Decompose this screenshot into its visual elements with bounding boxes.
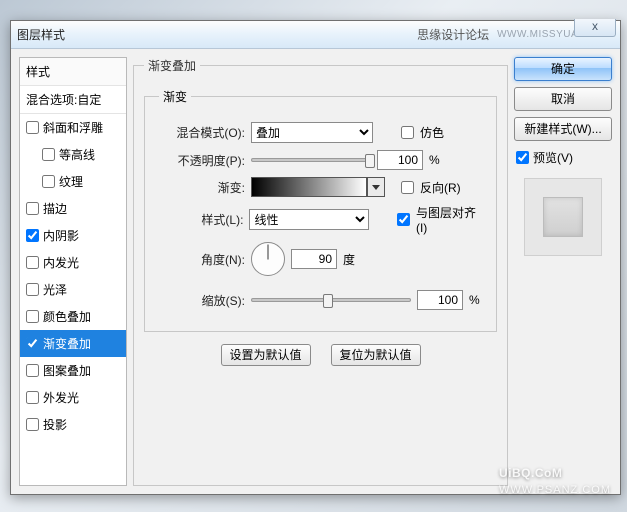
sidebar-label-7: 颜色叠加 [43,308,91,325]
sidebar-label-6: 光泽 [43,281,67,298]
sidebar-label-10: 外发光 [43,389,79,406]
gradient-swatch[interactable] [251,177,367,197]
sidebar-heading[interactable]: 样式 [20,58,126,86]
sidebar-label-4: 内阴影 [43,227,79,244]
dither-checkbox[interactable] [401,126,414,139]
dither-label: 仿色 [420,124,444,141]
close-icon: x [592,19,598,33]
angle-unit: 度 [343,251,355,268]
sidebar-item-1[interactable]: 等高线 [20,141,126,168]
blend-mode-select[interactable]: 叠加 [251,122,373,143]
sidebar-checkbox-3[interactable] [26,202,39,215]
align-label: 与图层对齐(I) [416,204,486,235]
sidebar-checkbox-9[interactable] [26,364,39,377]
sidebar-item-6[interactable]: 光泽 [20,276,126,303]
sidebar-checkbox-4[interactable] [26,229,39,242]
layer-style-dialog: 图层样式 思缘设计论坛 WWW.MISSYUAN.COM x 样式 混合选项:自… [10,20,621,495]
scale-slider[interactable] [251,298,411,302]
scale-label: 缩放(S): [159,292,245,309]
sidebar-label-8: 渐变叠加 [43,335,91,352]
scale-input[interactable] [417,290,463,310]
sidebar-item-0[interactable]: 斜面和浮雕 [20,114,126,141]
gradient-label: 渐变: [159,179,245,196]
group-title: 渐变叠加 [144,57,200,74]
opacity-unit: % [429,153,440,167]
scale-unit: % [469,293,480,307]
close-button[interactable]: x [574,19,616,37]
style-select[interactable]: 线性 [249,209,369,230]
opacity-input[interactable] [377,150,423,170]
opacity-slider[interactable] [251,158,371,162]
sidebar-item-9[interactable]: 图案叠加 [20,357,126,384]
sidebar-label-5: 内发光 [43,254,79,271]
gradient-group: 渐变 混合模式(O): 叠加 仿色 不透明度(P): [144,88,497,332]
sidebar-item-10[interactable]: 外发光 [20,384,126,411]
sidebar-label-2: 纹理 [59,173,83,190]
right-column: 确定 取消 新建样式(W)... 预览(V) [514,57,612,486]
titlebar[interactable]: 图层样式 思缘设计论坛 WWW.MISSYUAN.COM x [11,21,620,49]
preview-box [524,178,602,256]
brand-text: 思缘设计论坛 [417,26,489,43]
angle-input[interactable] [291,249,337,269]
sidebar-label-1: 等高线 [59,146,95,163]
set-default-button[interactable]: 设置为默认值 [221,344,311,366]
sidebar-label-11: 投影 [43,416,67,433]
sidebar-checkbox-2[interactable] [42,175,55,188]
preview-swatch [543,197,583,237]
align-checkbox[interactable] [397,213,410,226]
sidebar-item-11[interactable]: 投影 [20,411,126,438]
styles-sidebar: 样式 混合选项:自定 斜面和浮雕等高线纹理描边内阴影内发光光泽颜色叠加渐变叠加图… [19,57,127,486]
cancel-button[interactable]: 取消 [514,87,612,111]
sidebar-label-3: 描边 [43,200,67,217]
sidebar-item-8[interactable]: 渐变叠加 [20,330,126,357]
reverse-checkbox[interactable] [401,181,414,194]
style-label: 样式(L): [159,211,243,228]
sidebar-item-2[interactable]: 纹理 [20,168,126,195]
main-panel: 渐变叠加 渐变 混合模式(O): 叠加 仿色 不透明度(P): [133,57,508,486]
sidebar-checkbox-0[interactable] [26,121,39,134]
new-style-button[interactable]: 新建样式(W)... [514,117,612,141]
sidebar-item-5[interactable]: 内发光 [20,249,126,276]
sidebar-subheading[interactable]: 混合选项:自定 [20,86,126,114]
dialog-title: 图层样式 [17,26,65,43]
sidebar-checkbox-7[interactable] [26,310,39,323]
sidebar-checkbox-10[interactable] [26,391,39,404]
reset-default-button[interactable]: 复位为默认值 [331,344,421,366]
angle-dial[interactable] [251,242,285,276]
chevron-down-icon [372,185,380,190]
sidebar-checkbox-11[interactable] [26,418,39,431]
blend-mode-label: 混合模式(O): [159,124,245,141]
gradient-overlay-group: 渐变叠加 渐变 混合模式(O): 叠加 仿色 不透明度(P): [133,57,508,486]
sidebar-checkbox-8[interactable] [26,337,39,350]
sidebar-item-3[interactable]: 描边 [20,195,126,222]
preview-label: 预览(V) [533,149,573,166]
sidebar-label-9: 图案叠加 [43,362,91,379]
reverse-label: 反向(R) [420,179,461,196]
sidebar-label-0: 斜面和浮雕 [43,119,103,136]
sidebar-item-7[interactable]: 颜色叠加 [20,303,126,330]
opacity-label: 不透明度(P): [159,152,245,169]
gradient-dropdown[interactable] [367,177,385,197]
angle-label: 角度(N): [159,251,245,268]
ok-button[interactable]: 确定 [514,57,612,81]
sidebar-checkbox-5[interactable] [26,256,39,269]
sidebar-checkbox-1[interactable] [42,148,55,161]
inner-title: 渐变 [159,88,191,105]
preview-checkbox[interactable] [516,151,529,164]
sidebar-checkbox-6[interactable] [26,283,39,296]
sidebar-item-4[interactable]: 内阴影 [20,222,126,249]
